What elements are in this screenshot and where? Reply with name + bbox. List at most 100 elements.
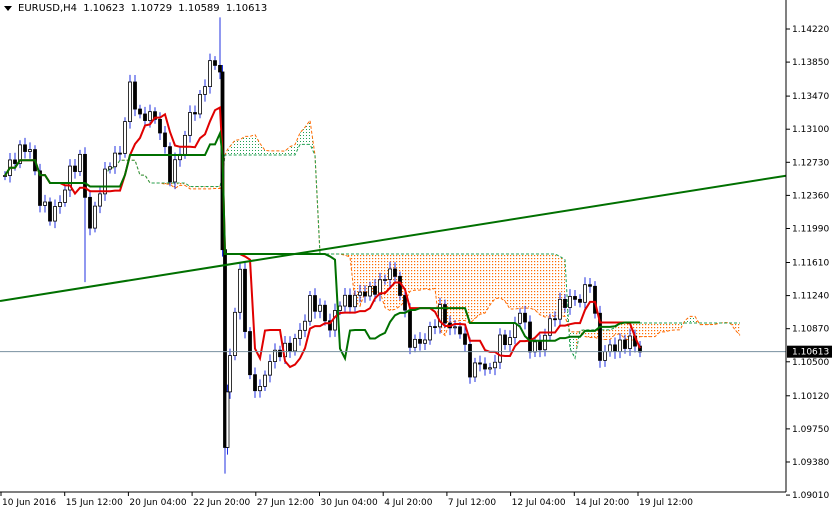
candle-body bbox=[228, 355, 232, 393]
cloud-bear-segment bbox=[515, 254, 520, 310]
cloud-bear-segment bbox=[640, 322, 645, 337]
candle-body bbox=[583, 284, 587, 303]
candle-body bbox=[313, 295, 317, 312]
candle-body bbox=[338, 305, 342, 311]
time-tick-label: 20 Jun 04:00 bbox=[129, 498, 186, 508]
cloud-bear-segment bbox=[475, 254, 480, 319]
cloud-bull-segment bbox=[315, 155, 320, 255]
price-tick-label: 1.09750 bbox=[792, 425, 829, 435]
price-tick-label: 1.11990 bbox=[792, 224, 829, 234]
candle-body bbox=[108, 166, 112, 170]
price-tick-label: 1.09380 bbox=[792, 458, 829, 468]
candles bbox=[3, 17, 642, 474]
candle-body bbox=[388, 268, 392, 280]
cloud-bear-segment bbox=[410, 254, 415, 292]
candle-body bbox=[188, 112, 192, 136]
candle-body bbox=[143, 113, 147, 121]
candle-body bbox=[303, 320, 307, 331]
candle-body bbox=[193, 112, 197, 115]
price-tick-label: 1.11610 bbox=[792, 258, 829, 268]
candle-body bbox=[473, 362, 477, 378]
cloud-bear-segment bbox=[520, 254, 525, 309]
candle-body bbox=[533, 341, 537, 353]
candle-body bbox=[198, 93, 202, 115]
candle-body bbox=[268, 361, 272, 376]
time-tick-label: 15 Jun 12:00 bbox=[66, 498, 123, 508]
candle-body bbox=[318, 304, 322, 312]
price-tick-label: 1.10120 bbox=[792, 392, 829, 402]
candle-body bbox=[83, 153, 87, 198]
time-tick-label: 4 Jul 20:00 bbox=[384, 498, 433, 508]
cloud-bear-segment bbox=[735, 322, 740, 336]
candle-body bbox=[298, 329, 302, 339]
candle-body bbox=[88, 196, 92, 229]
cloud-bull-segment bbox=[245, 136, 250, 156]
candle-body bbox=[238, 268, 242, 313]
candle-body bbox=[498, 334, 502, 363]
candle-body bbox=[233, 311, 237, 356]
candle-body bbox=[353, 294, 357, 308]
candle-body bbox=[503, 334, 507, 346]
price-tick-label: 1.10500 bbox=[792, 358, 829, 368]
candle-body bbox=[343, 294, 347, 307]
cloud-bear-segment bbox=[450, 254, 455, 322]
candle-body bbox=[218, 64, 222, 73]
candle-body bbox=[423, 339, 427, 344]
cloud-bear-segment bbox=[505, 254, 510, 310]
candle-body bbox=[488, 367, 492, 370]
candle-body bbox=[93, 205, 97, 229]
price-tick-label: 1.12730 bbox=[792, 158, 829, 168]
candle-body bbox=[433, 326, 437, 328]
candle-body bbox=[123, 121, 127, 154]
price-tick-label: 1.14220 bbox=[792, 25, 829, 35]
candle-body bbox=[398, 275, 402, 296]
candle-body bbox=[508, 337, 512, 346]
candle-body bbox=[213, 60, 217, 66]
ichimoku-cloud bbox=[104, 119, 741, 360]
candle-body bbox=[293, 338, 297, 352]
candle-body bbox=[118, 152, 122, 155]
cloud-bull-segment bbox=[235, 139, 240, 156]
candle-body bbox=[393, 268, 397, 277]
time-tick-label: 22 Jun 20:00 bbox=[193, 498, 250, 508]
candle-body bbox=[98, 193, 102, 207]
candle-body bbox=[518, 312, 522, 324]
cloud-bear-segment bbox=[650, 322, 655, 337]
candle-body bbox=[263, 374, 267, 387]
candle-body bbox=[13, 159, 17, 164]
candle-body bbox=[138, 108, 142, 115]
time-tick-label: 14 Jul 20:00 bbox=[575, 498, 629, 508]
candle-body bbox=[358, 291, 362, 296]
candle-body bbox=[128, 81, 132, 123]
candle-body bbox=[203, 86, 207, 95]
candle-body bbox=[163, 132, 167, 148]
candle-body bbox=[253, 374, 257, 392]
candle-body bbox=[523, 312, 527, 323]
cloud-bear-segment bbox=[535, 254, 540, 315]
cloud-bear-segment bbox=[385, 254, 390, 311]
cloud-bear-segment bbox=[485, 254, 490, 314]
price-tick-label: 1.10870 bbox=[792, 325, 829, 335]
candle-body bbox=[73, 165, 77, 172]
cloud-bear-segment bbox=[415, 254, 420, 291]
candle-body bbox=[383, 279, 387, 281]
candle-body bbox=[78, 153, 82, 172]
candle-body bbox=[528, 321, 532, 353]
candle-body bbox=[538, 341, 542, 351]
candle-body bbox=[288, 342, 292, 352]
candle-body bbox=[588, 284, 592, 287]
candle-body bbox=[308, 295, 312, 322]
cloud-bear-segment bbox=[420, 254, 425, 291]
candle-body bbox=[225, 391, 230, 448]
candle-body bbox=[348, 294, 352, 308]
price-chart[interactable]: 1.14220 1.13850 1.13470 1.13100 1.12730 1.123… bbox=[0, 0, 832, 511]
cloud-bull-segment bbox=[285, 146, 290, 156]
price-tick-label: 1.13100 bbox=[792, 125, 829, 135]
cloud-bear-segment bbox=[480, 254, 485, 315]
candle-body bbox=[453, 326, 457, 329]
candle-body bbox=[258, 385, 262, 392]
cloud-bull-segment bbox=[690, 316, 695, 323]
price-tick-label: 1.13850 bbox=[792, 58, 829, 68]
candle-body bbox=[158, 118, 162, 134]
cloud-bear-segment bbox=[495, 254, 500, 299]
